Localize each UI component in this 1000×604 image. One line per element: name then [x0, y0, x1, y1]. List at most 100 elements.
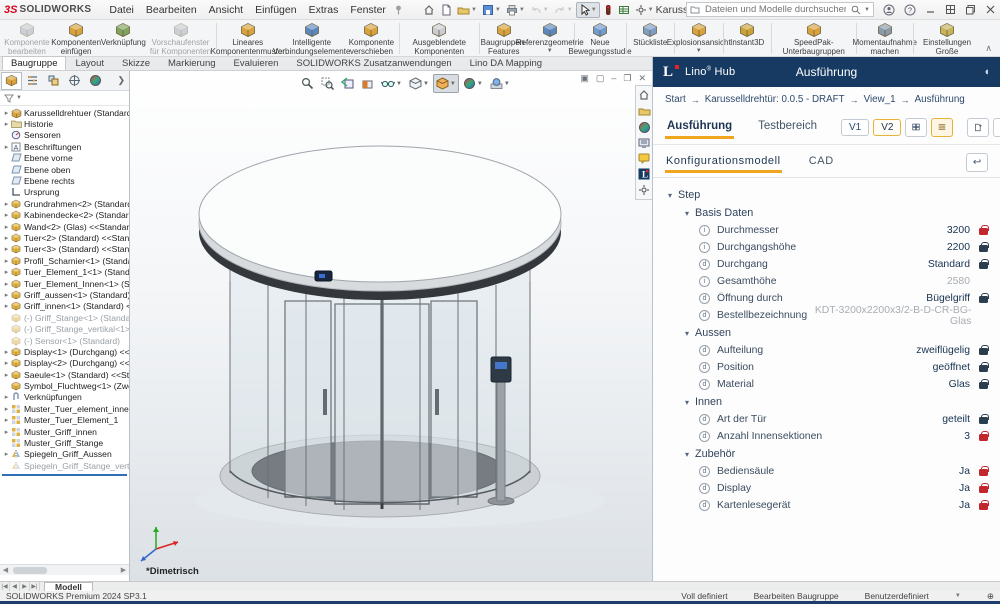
expand-icon[interactable]: ▸ — [2, 302, 11, 310]
user-icon[interactable] — [883, 4, 895, 16]
appearances-icon[interactable] — [638, 121, 651, 134]
search-dropdown-icon[interactable]: ▼ — [864, 7, 870, 13]
dark-lock-icon[interactable] — [979, 262, 988, 269]
red-lock-icon[interactable] — [979, 503, 988, 510]
version-button-v2[interactable]: V2 — [873, 119, 901, 136]
status-units[interactable]: Benutzerdefiniert — [865, 591, 929, 601]
section-view-icon[interactable] — [358, 74, 377, 93]
pin-menu-icon[interactable] — [394, 5, 403, 15]
dropdown-caret-icon[interactable]: ▼ — [696, 48, 702, 54]
tree-item[interactable]: ▸Verknüpfungen — [0, 392, 129, 403]
expand-icon[interactable]: ▸ — [2, 143, 11, 151]
view-orientation-icon[interactable]: ▼ — [433, 74, 459, 93]
dark-lock-icon[interactable] — [979, 365, 988, 372]
param-value[interactable]: 2580 — [947, 276, 970, 287]
tree-item[interactable]: ▸ABeschriftungen — [0, 141, 129, 152]
list-view-button[interactable] — [931, 118, 953, 137]
collapse-ribbon-icon[interactable]: ∧ — [979, 41, 998, 56]
tree-item[interactable]: ▸Griff_aussen<1> (Standard) <<Stand — [0, 289, 129, 300]
bom-icon[interactable] — [616, 3, 632, 17]
collapse-caret-icon[interactable]: ▾ — [682, 329, 692, 338]
zoom-area-icon[interactable] — [318, 74, 337, 93]
grid-view-button[interactable] — [905, 118, 927, 137]
param-row-material[interactable]: dMaterialGlas — [657, 376, 990, 393]
red-lock-icon[interactable] — [979, 486, 988, 493]
param-value[interactable]: zweiflügelig — [916, 345, 970, 356]
param-value[interactable]: KDT-3200x2200x3/2-B-D-CR-BG-Glas — [807, 305, 971, 327]
param-row-bestellbezeichnung[interactable]: dBestellbezeichnungKDT-3200x2200x3/2-B-D… — [657, 307, 990, 324]
hub-tab-testbereich[interactable]: Testbereich — [756, 116, 819, 139]
param-value[interactable]: geteilt — [942, 414, 970, 425]
tree-item[interactable]: ▸Profil_Scharnier<1> (Standard) <<St — [0, 255, 129, 266]
tree-root-item[interactable]: ▸Karusselldrehtuer (Standard) <Anzeigezu… — [0, 107, 129, 118]
menu-extras[interactable]: Extras — [303, 2, 345, 18]
param-row-bediensäule[interactable]: dBediensäuleJa — [657, 463, 990, 480]
fm-tab-displaymanager[interactable] — [85, 72, 106, 90]
command-explosionsansicht[interactable]: Explosionsansicht▼ — [676, 21, 722, 56]
expand-icon[interactable]: ▸ — [2, 211, 11, 219]
command-lineares-komponentenmuster[interactable]: Lineares Komponentenmuster▼ — [217, 21, 278, 56]
tab-nav-first-icon[interactable]: |◀ — [0, 582, 10, 591]
param-group-basis-daten[interactable]: ▾Basis Daten — [657, 204, 990, 222]
param-row-durchmesser[interactable]: iDurchmesser3200 — [657, 222, 990, 239]
tree-item[interactable]: Sensoren — [0, 130, 129, 141]
tree-item[interactable]: ▸Spiegeln_Griff_Aussen — [0, 449, 129, 460]
print-icon[interactable]: ▼ — [504, 3, 527, 17]
appearances-icon[interactable]: ▼ — [460, 74, 486, 93]
tree-item[interactable]: ▸Display<1> (Durchgang) <<Standar — [0, 346, 129, 357]
tab-layout[interactable]: Layout — [66, 56, 113, 70]
param-value[interactable]: Bügelgriff — [926, 293, 970, 304]
tree-item[interactable]: ▸Muster_Tuer_Element_1 — [0, 415, 129, 426]
expand-icon[interactable]: ▸ — [2, 450, 11, 458]
tree-item[interactable]: (-) Sensor<1> (Standard) — [0, 335, 129, 346]
param-group-aussen[interactable]: ▾Aussen — [657, 324, 990, 342]
doc-restore-icon[interactable]: ❐ — [623, 73, 631, 84]
red-lock-icon[interactable] — [979, 434, 988, 441]
param-value[interactable]: Standard — [928, 259, 970, 270]
command-komponente-verschieben[interactable]: Komponente verschieben▼ — [345, 21, 398, 56]
expand-icon[interactable]: ▸ — [2, 109, 11, 117]
expand-icon[interactable]: ▸ — [2, 120, 11, 128]
menu-einfügen[interactable]: Einfügen — [249, 2, 302, 18]
expand-icon[interactable]: ▸ — [2, 257, 11, 265]
lino-hub-icon[interactable]: L — [638, 168, 650, 180]
tree-item[interactable]: Ursprung — [0, 187, 129, 198]
menu-ansicht[interactable]: Ansicht — [203, 2, 249, 18]
command-speedpak-unterbaugruppen-aktualisieren[interactable]: SpeedPak-Unterbaugruppen aktualisieren — [773, 21, 855, 56]
param-row-anzahl-innensektionen[interactable]: dAnzahl Innensektionen3 — [657, 428, 990, 445]
tree-horizontal-scrollbar[interactable]: ◀ ▶ — [0, 564, 129, 575]
command-komponenten-einfügen[interactable]: Komponenten einfügen▼ — [52, 21, 101, 56]
param-group-zubehör[interactable]: ▾Zubehör — [657, 445, 990, 463]
command-instant3d[interactable]: Instant3D — [724, 21, 770, 56]
red-lock-icon[interactable] — [979, 469, 988, 476]
menu-fenster[interactable]: Fenster — [344, 2, 392, 18]
expand-icon[interactable]: ▸ — [2, 223, 11, 231]
tree-item[interactable]: Ebene rechts — [0, 175, 129, 186]
command-momentaufnahme-machen[interactable]: Momentaufnahme machen — [857, 21, 912, 56]
doc-restore-pane-icon[interactable]: ▣ — [580, 73, 589, 84]
param-row-gesamthöhe[interactable]: iGesamthöhe2580 — [657, 273, 990, 290]
param-row-display[interactable]: dDisplayJa — [657, 480, 990, 497]
tree-item[interactable]: ▸Muster_Tuer_element_innen — [0, 403, 129, 414]
dropdown-caret-icon[interactable]: ▼ — [547, 48, 553, 54]
refresh-button[interactable] — [993, 118, 1000, 137]
dark-lock-icon[interactable] — [979, 348, 988, 355]
scene-icon[interactable]: ▼ — [487, 74, 513, 93]
forum-icon[interactable] — [638, 153, 650, 164]
tree-item[interactable]: Ebene oben — [0, 164, 129, 175]
dark-lock-icon[interactable] — [979, 245, 988, 252]
scroll-left-icon[interactable]: ◀ — [0, 566, 11, 574]
tree-item[interactable]: ▸Historie — [0, 118, 129, 129]
command-einstellungen-große-baugruppe[interactable]: Einstellungen Große Baugruppe — [915, 21, 980, 56]
collapse-caret-icon[interactable]: ▾ — [682, 398, 692, 407]
red-lock-icon[interactable] — [979, 228, 988, 235]
param-value[interactable]: Ja — [959, 483, 970, 494]
tree-item[interactable]: ▸Wand<2> (Glas) <<Standard>_Anze — [0, 221, 129, 232]
param-value[interactable]: Ja — [959, 500, 970, 511]
breadcrumb-item-ausführung[interactable]: Ausführung — [915, 94, 965, 105]
dark-lock-icon[interactable] — [979, 417, 988, 424]
rollback-bar[interactable] — [2, 474, 127, 476]
status-units-dropdown-icon[interactable]: ▼ — [955, 593, 961, 599]
close-icon[interactable] — [985, 4, 996, 16]
command-intelligente-verbindungselemente[interactable]: Intelligente Verbindungselemente — [278, 21, 345, 56]
